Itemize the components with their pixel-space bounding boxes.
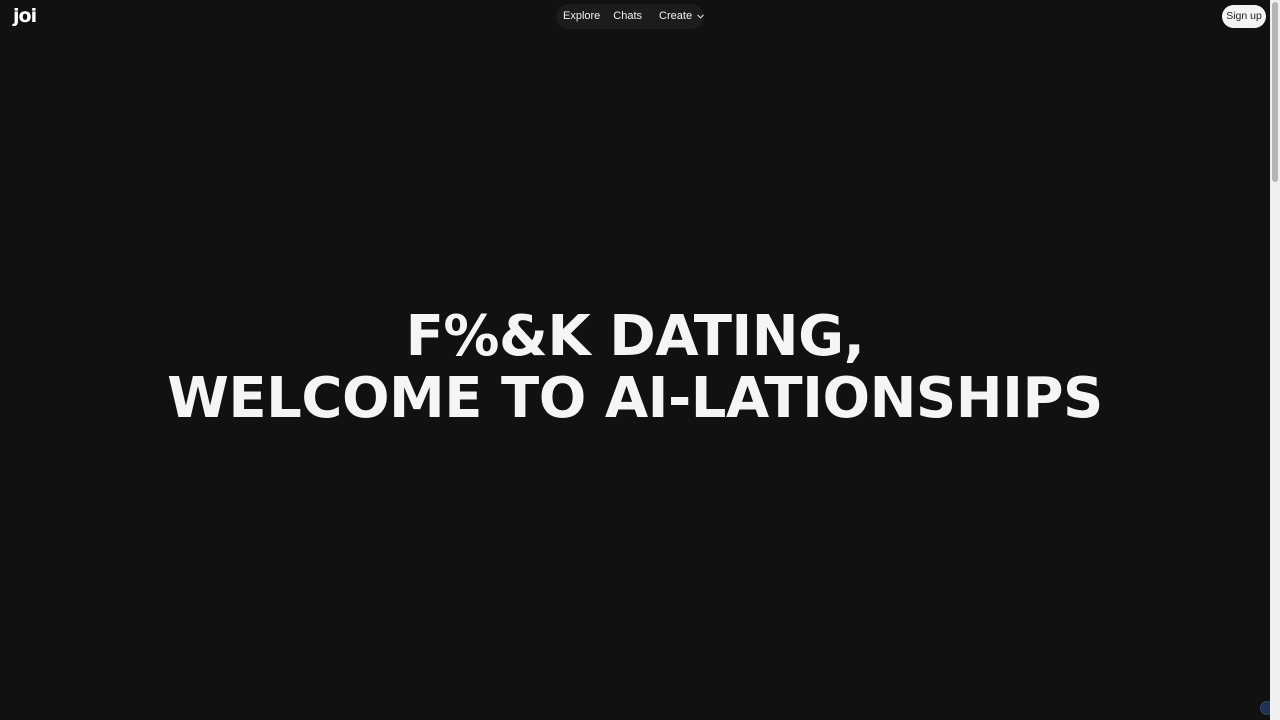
nav-chats[interactable]: Chats — [613, 4, 642, 29]
scrollbar-thumb[interactable] — [1272, 2, 1278, 182]
logo: joi — [13, 5, 37, 27]
nav-create-label: Create — [659, 10, 693, 22]
nav-create-dropdown[interactable]: Create — [659, 4, 705, 29]
page: joi Explore Chats Create Sign up F%&K DA… — [0, 0, 1280, 720]
chevron-down-icon — [697, 14, 704, 19]
hero-line-1: F%&K DATING, — [405, 304, 865, 369]
sign-up-button[interactable]: Sign up — [1222, 5, 1266, 28]
hero-heading: F%&K DATING, WELCOME TO AI-LATIONSHIPS — [0, 306, 1270, 430]
logo-link[interactable]: joi — [13, 5, 37, 27]
nav-explore[interactable]: Explore — [563, 4, 600, 29]
hero-line-2: WELCOME TO AI-LATIONSHIPS — [167, 366, 1103, 431]
scrollbar[interactable] — [1270, 0, 1280, 720]
top-nav: Explore Chats Create — [556, 4, 704, 29]
